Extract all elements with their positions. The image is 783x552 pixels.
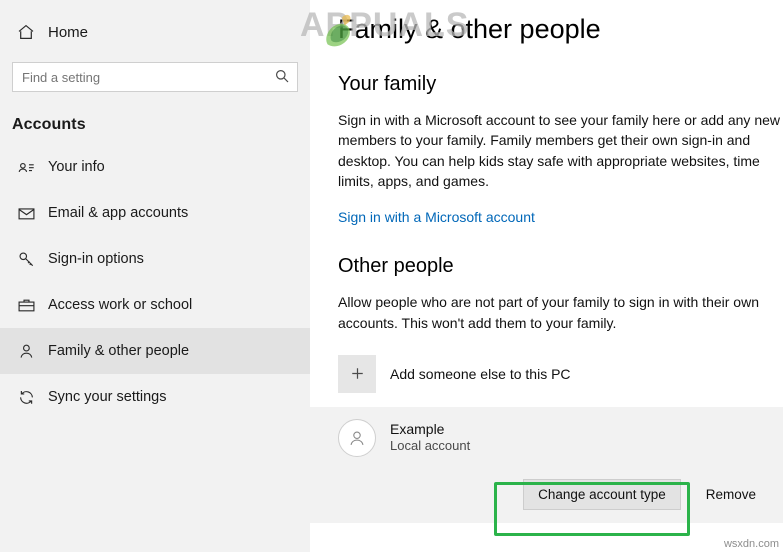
page-title: Family & other people [338,14,601,44]
sync-icon [12,388,40,407]
user-card-icon [12,158,40,177]
sidebar-item-label: Sign-in options [48,251,144,267]
add-someone-else-label: Add someone else to this PC [390,365,571,382]
key-icon [12,250,40,269]
people-icon [12,342,40,361]
account-name: Example [390,421,445,438]
other-people-heading: Other people [338,255,454,278]
sidebar-item-family-other-people[interactable]: Family & other people [0,328,310,374]
sidebar-item-your-info[interactable]: Your info [0,144,310,190]
account-type: Local account [390,438,471,454]
add-someone-else-button[interactable]: Add someone else to this PC [338,354,783,393]
home-icon [12,23,40,41]
your-family-description: Sign in with a Microsoft account to see … [338,112,780,189]
envelope-icon [12,204,40,223]
sidebar-section-title: Accounts [12,116,86,133]
sidebar-item-sync-your-settings[interactable]: Sync your settings [0,374,310,420]
sign-in-with-microsoft-account-link[interactable]: Sign in with a Microsoft account [338,209,535,225]
sidebar-item-sign-in-options[interactable]: Sign-in options [0,236,310,282]
search-icon[interactable] [275,69,289,88]
account-actions-bar: Change account type Remove [310,466,783,523]
sidebar-item-access-work-or-school[interactable]: Access work or school [0,282,310,328]
sidebar-home-label: Home [48,23,89,41]
search-input[interactable] [12,62,298,92]
avatar-icon [338,418,376,457]
plus-icon [338,354,376,393]
settings-window: Home Accounts Your info [0,0,783,552]
your-family-heading: Your family [338,73,437,96]
sidebar-item-label: Email & app accounts [48,205,189,221]
remove-account-button[interactable]: Remove [691,479,771,510]
sidebar-item-label: Sync your settings [48,389,167,405]
briefcase-icon [12,296,40,315]
account-list-item[interactable]: Example Local account [310,406,783,467]
search-container [12,62,298,92]
sidebar-item-label: Access work or school [48,297,193,313]
sidebar-item-home[interactable]: Home [0,10,310,54]
settings-sidebar: Home Accounts Your info [0,0,310,552]
change-account-type-button[interactable]: Change account type [523,479,681,511]
account-text: Example Local account [390,420,470,455]
other-people-description: Allow people who are not part of your fa… [338,294,759,331]
sidebar-item-email-app-accounts[interactable]: Email & app accounts [0,190,310,236]
sidebar-item-label: Your info [48,159,105,175]
settings-content: Family & other people Your family Sign i… [310,0,783,552]
sidebar-item-label: Family & other people [48,343,190,359]
